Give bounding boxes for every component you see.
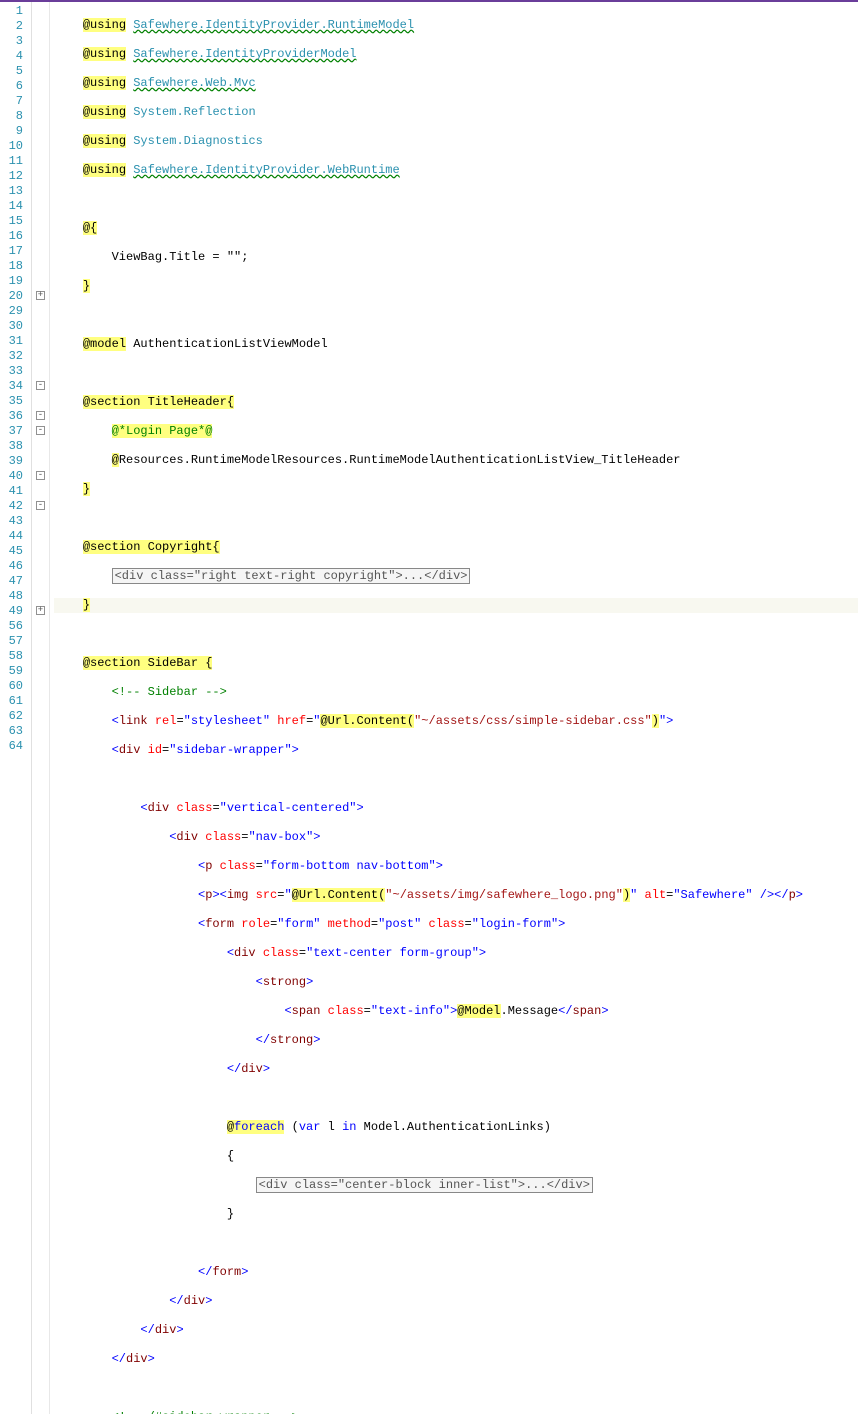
code-line[interactable]: <span class="text-info">@Model.Message</…	[54, 1004, 858, 1019]
code-line[interactable]	[54, 1091, 858, 1106]
code-line[interactable]: }	[54, 598, 858, 613]
fold-toggle[interactable]: -	[32, 377, 49, 392]
code-line[interactable]: <p class="form-bottom nav-bottom">	[54, 859, 858, 874]
code-line[interactable]	[54, 1236, 858, 1251]
code-line[interactable]: @section TitleHeader{	[54, 395, 858, 410]
code-line[interactable]: <div class="nav-box">	[54, 830, 858, 845]
code-line[interactable]	[54, 511, 858, 526]
code-line[interactable]	[54, 1381, 858, 1396]
code-line[interactable]: <div id="sidebar-wrapper">	[54, 743, 858, 758]
fold-toggle[interactable]: +	[32, 602, 49, 617]
code-area[interactable]: @using Safewhere.IdentityProvider.Runtim…	[50, 2, 858, 1414]
code-line[interactable]: </div>	[54, 1323, 858, 1338]
code-line[interactable]	[54, 192, 858, 207]
code-line[interactable]: <!-- Sidebar -->	[54, 685, 858, 700]
code-line[interactable]: @using Safewhere.IdentityProvider.Runtim…	[54, 18, 858, 33]
code-line[interactable]: <strong>	[54, 975, 858, 990]
fold-gutter: + - - - - - +	[32, 2, 50, 1414]
code-line[interactable]: <div class="right text-right copyright">…	[54, 569, 858, 584]
code-line[interactable]: <p><img src="@Url.Content("~/assets/img/…	[54, 888, 858, 903]
code-line[interactable]: @*Login Page*@	[54, 424, 858, 439]
code-line[interactable]: }	[54, 1207, 858, 1222]
code-line[interactable]: <div class="center-block inner-list">...…	[54, 1178, 858, 1193]
code-line[interactable]: @section SideBar {	[54, 656, 858, 671]
code-line[interactable]: </div>	[54, 1062, 858, 1077]
code-line[interactable]: <form role="form" method="post" class="l…	[54, 917, 858, 932]
code-line[interactable]: <div class="text-center form-group">	[54, 946, 858, 961]
code-line[interactable]: {	[54, 1149, 858, 1164]
code-line[interactable]: }	[54, 279, 858, 294]
code-line[interactable]: @using Safewhere.Web.Mvc	[54, 76, 858, 91]
code-line[interactable]	[54, 772, 858, 787]
code-line[interactable]: @model AuthenticationListViewModel	[54, 337, 858, 352]
code-line[interactable]: @section Copyright{	[54, 540, 858, 555]
code-line[interactable]	[54, 308, 858, 323]
code-line[interactable]: @{	[54, 221, 858, 236]
fold-toggle[interactable]: -	[32, 422, 49, 437]
code-line[interactable]	[54, 627, 858, 642]
code-line[interactable]: @foreach (var l in Model.AuthenticationL…	[54, 1120, 858, 1135]
code-line[interactable]: </div>	[54, 1294, 858, 1309]
code-line[interactable]: </div>	[54, 1352, 858, 1367]
line-number-gutter: 1 2 3 4 5 6 7 8 9 10 11 12 13 14 15 16 1…	[0, 2, 32, 1414]
code-line[interactable]: @using Safewhere.IdentityProvider.WebRun…	[54, 163, 858, 178]
code-line[interactable]: }	[54, 482, 858, 497]
code-line[interactable]: @using Safewhere.IdentityProviderModel	[54, 47, 858, 62]
fold-toggle[interactable]: -	[32, 497, 49, 512]
fold-toggle[interactable]: +	[32, 287, 49, 302]
code-line[interactable]: </form>	[54, 1265, 858, 1280]
code-line[interactable]	[54, 366, 858, 381]
code-line[interactable]: ViewBag.Title = "";	[54, 250, 858, 265]
code-line[interactable]: @Resources.RuntimeModelResources.Runtime…	[54, 453, 858, 468]
code-line[interactable]: </strong>	[54, 1033, 858, 1048]
code-line[interactable]: <link rel="stylesheet" href="@Url.Conten…	[54, 714, 858, 729]
fold-toggle[interactable]: -	[32, 407, 49, 422]
code-line[interactable]: @using System.Diagnostics	[54, 134, 858, 149]
code-line[interactable]: @using System.Reflection	[54, 105, 858, 120]
code-line[interactable]: <div class="vertical-centered">	[54, 801, 858, 816]
fold-toggle[interactable]: -	[32, 467, 49, 482]
code-line[interactable]: <!-- /#sidebar-wrapper -->	[54, 1410, 858, 1414]
code-editor[interactable]: 1 2 3 4 5 6 7 8 9 10 11 12 13 14 15 16 1…	[0, 2, 858, 1414]
